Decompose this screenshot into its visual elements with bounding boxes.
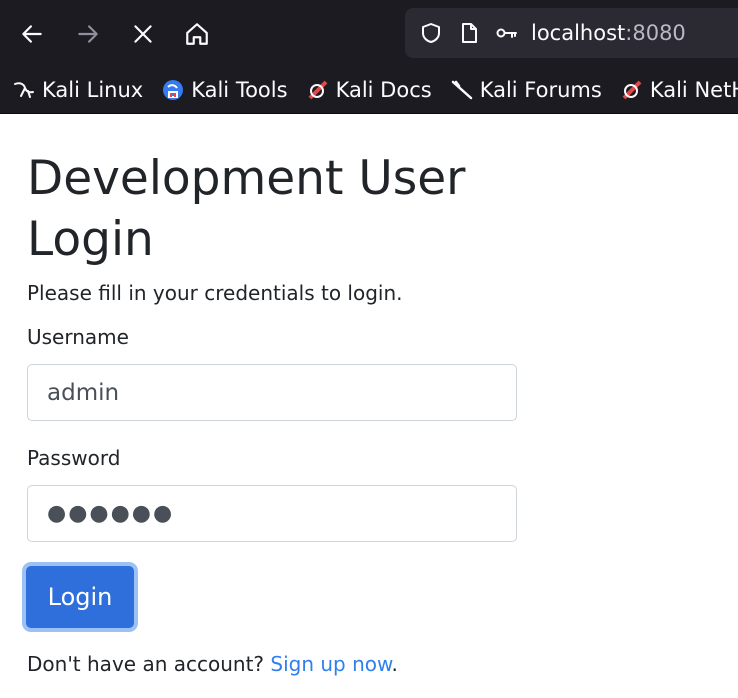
signup-suffix: .	[391, 652, 398, 676]
signup-prompt: Don't have an account? Sign up now.	[27, 652, 398, 676]
bookmark-label: Kali Tools	[191, 78, 288, 102]
login-button[interactable]: Login	[26, 566, 134, 628]
bookmark-label: Kali Linux	[42, 78, 144, 102]
bookmark-label: Kali Docs	[335, 78, 432, 102]
shield-icon[interactable]	[417, 19, 445, 47]
bookmark-label: Kali Forums	[479, 78, 602, 102]
kali-nethunter-icon	[622, 80, 642, 100]
page-subtitle: Please fill in your credentials to login…	[27, 281, 403, 305]
kali-tools-icon	[163, 80, 184, 100]
signup-link[interactable]: Sign up now	[270, 652, 391, 676]
close-icon	[134, 25, 152, 43]
url-bar[interactable]: localhost:8080	[405, 8, 738, 58]
browser-toolbar: localhost:8080 Kali Linux Kali Tools Kal…	[0, 0, 738, 114]
username-input[interactable]	[27, 364, 517, 421]
password-label: Password	[27, 446, 121, 470]
forward-button[interactable]	[70, 16, 106, 52]
password-input[interactable]	[27, 485, 517, 542]
page-title: Development User Login	[27, 151, 466, 267]
kali-dragon-icon	[14, 82, 34, 98]
bookmark-kali-nethunter[interactable]: Kali NetH	[620, 78, 738, 102]
back-button[interactable]	[14, 16, 50, 52]
url-text[interactable]: localhost:8080	[531, 21, 686, 45]
bookmarks-bar: Kali Linux Kali Tools Kali Docs Kali For…	[0, 70, 738, 110]
url-host: localhost	[531, 21, 626, 45]
signup-prefix: Don't have an account?	[27, 652, 271, 676]
bookmark-kali-forums[interactable]: Kali Forums	[450, 78, 602, 102]
page-icon[interactable]	[455, 19, 483, 47]
bookmark-kali-docs[interactable]: Kali Docs	[306, 78, 432, 102]
bookmark-label: Kali NetH	[649, 78, 738, 102]
stop-button[interactable]	[125, 16, 161, 52]
login-page: Development User Login Please fill in yo…	[26, 148, 727, 676]
kali-docs-icon	[308, 80, 327, 100]
home-button[interactable]	[179, 16, 215, 52]
username-label: Username	[27, 325, 129, 349]
bookmark-kali-linux[interactable]: Kali Linux	[12, 78, 143, 102]
back-arrow-icon	[22, 25, 42, 43]
bookmark-kali-tools[interactable]: Kali Tools	[161, 78, 288, 102]
url-port: :8080	[625, 21, 686, 45]
kali-forums-icon	[451, 80, 472, 100]
key-icon[interactable]	[493, 19, 521, 47]
forward-arrow-icon	[78, 25, 98, 43]
home-icon	[186, 23, 208, 45]
